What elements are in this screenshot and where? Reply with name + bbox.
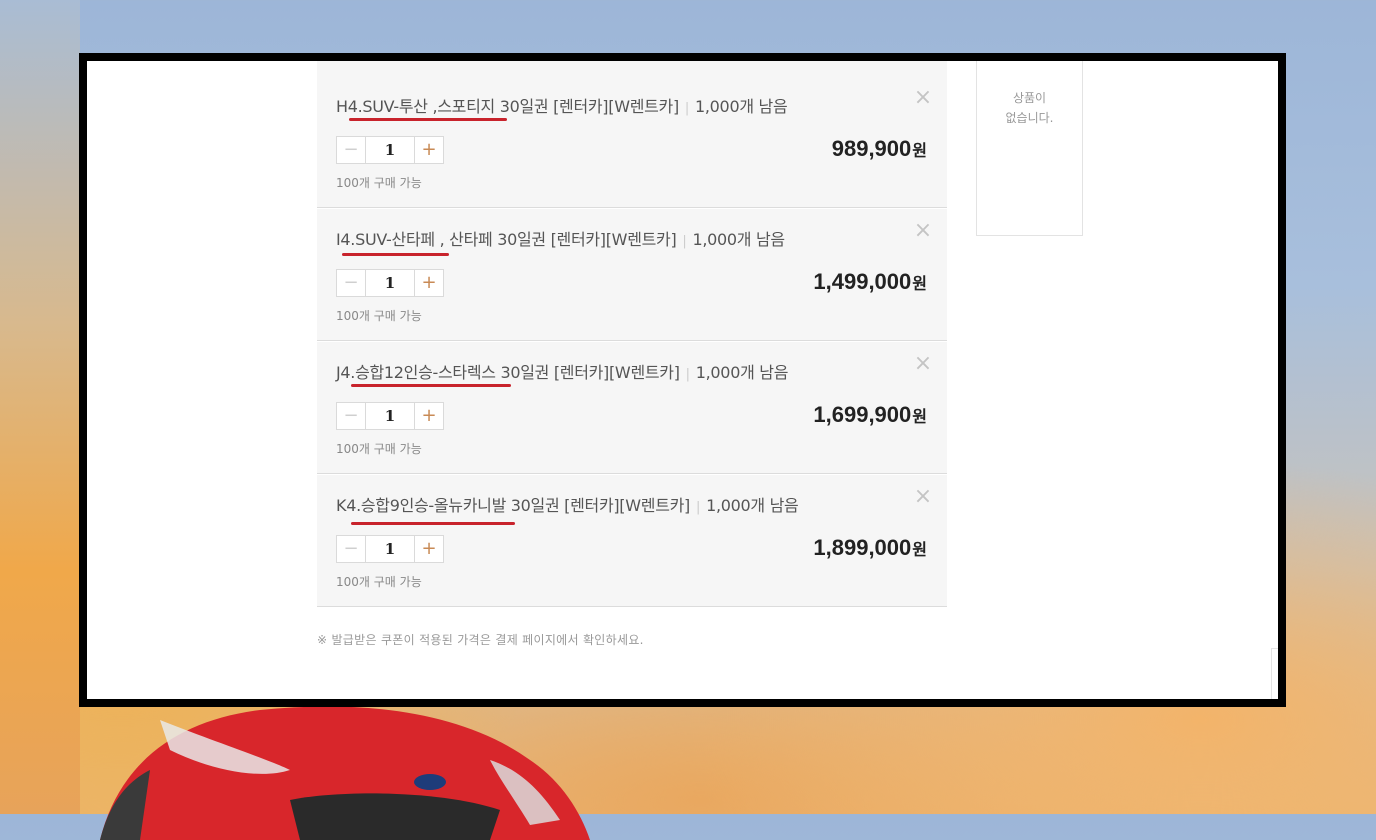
purchase-limit: 100개 구매 가능 [336,309,422,323]
price-value: 1,699,900 [813,402,912,427]
increase-button[interactable]: + [414,403,443,429]
item-price: 1,699,900원 [813,402,927,428]
price-unit: 원 [912,276,927,293]
item-stock: 1,000개 남음 [695,97,788,116]
quantity-stepper: − + [336,402,444,430]
coupon-notice: ※ 발급받은 쿠폰이 적용된 가격은 결제 페이지에서 확인하세요. [317,633,644,647]
highlight-underline [342,253,449,256]
quantity-stepper: − + [336,136,444,164]
decrease-button[interactable]: − [337,270,366,296]
remove-item-close-icon[interactable]: × [913,353,933,375]
item-title-row: J4.승합12인승-스타렉스 30일권 [렌터카][W렌트카] | 1,000개 남… [336,359,788,383]
decrease-button[interactable]: − [337,536,366,562]
item-stock: 1,000개 남음 [692,230,786,249]
increase-button[interactable]: + [414,536,443,562]
increase-button[interactable]: + [414,270,443,296]
item-title-row: K4.승합9인승-올뉴카니발 30일권 [렌터카][W렌트카] | 1,000개 남… [336,492,799,516]
item-price: 1,899,000원 [813,535,927,561]
item-price: 989,900원 [832,136,927,162]
item-stock: 1,000개 남음 [706,496,799,515]
highlight-underline [349,118,507,121]
empty-message: 상품이 없습니다. [1005,91,1054,125]
item-stock: 1,000개 남음 [695,363,789,382]
item-price: 1,499,000원 [813,269,927,295]
quantity-input[interactable] [366,270,414,296]
recent-products-box: 상품이 없습니다. [976,61,1083,236]
quantity-input[interactable] [366,536,414,562]
floating-widget-edge [1271,648,1278,699]
divider: | [695,500,701,515]
quantity-input[interactable] [366,137,414,163]
highlight-underline [351,522,515,525]
item-title[interactable]: K4.승합9인승-올뉴카니발 30일권 [렌터카][W렌트카] [336,496,690,515]
decrease-button[interactable]: − [337,403,366,429]
price-unit: 원 [912,409,927,426]
price-value: 1,899,000 [813,535,912,560]
price-unit: 원 [912,542,927,559]
price-value: 1,499,000 [813,269,912,294]
cart-item: J4.승합12인승-스타렉스 30일권 [렌터카][W렌트카] | 1,000개 남… [317,342,947,474]
cart-panel: H4.SUV-투산 ,스포티지 30일권 [렌터카][W렌트카] | 1,000개 … [87,61,1278,699]
highlight-underline [351,384,511,387]
increase-button[interactable]: + [414,137,443,163]
quantity-input[interactable] [366,403,414,429]
divider: | [685,367,690,382]
cart-item: H4.SUV-투산 ,스포티지 30일권 [렌터카][W렌트카] | 1,000개 … [317,76,947,208]
item-title-row: I4.SUV-산타페 , 산타페 30일권 [렌터카][W렌트카] | 1,000개… [336,226,785,250]
purchase-limit: 100개 구매 가능 [336,575,422,589]
quantity-stepper: − + [336,535,444,563]
item-title[interactable]: I4.SUV-산타페 , 산타페 30일권 [렌터카][W렌트카] [336,230,677,249]
content-frame: H4.SUV-투산 ,스포티지 30일권 [렌터카][W렌트카] | 1,000개 … [79,53,1286,707]
purchase-limit: 100개 구매 가능 [336,442,422,456]
item-title[interactable]: J4.승합12인승-스타렉스 30일권 [렌터카][W렌트카] [336,363,680,382]
remove-item-close-icon[interactable]: × [913,486,933,508]
background-left [0,0,80,814]
previous-item-stub [317,61,947,77]
price-unit: 원 [912,143,927,160]
cart-item: I4.SUV-산타페 , 산타페 30일권 [렌터카][W렌트카] | 1,000개… [317,209,947,341]
quantity-stepper: − + [336,269,444,297]
item-title-row: H4.SUV-투산 ,스포티지 30일권 [렌터카][W렌트카] | 1,000개 … [336,93,788,117]
purchase-limit: 100개 구매 가능 [336,176,422,190]
price-value: 989,900 [831,136,912,161]
car-image [100,706,590,840]
remove-item-close-icon[interactable]: × [913,220,933,242]
divider: | [682,234,687,249]
divider: | [684,101,690,116]
remove-item-close-icon[interactable]: × [913,87,933,109]
item-title[interactable]: H4.SUV-투산 ,스포티지 30일권 [렌터카][W렌트카] [336,97,679,116]
decrease-button[interactable]: − [337,137,366,163]
cart-item: K4.승합9인승-올뉴카니발 30일권 [렌터카][W렌트카] | 1,000개 남… [317,475,947,607]
